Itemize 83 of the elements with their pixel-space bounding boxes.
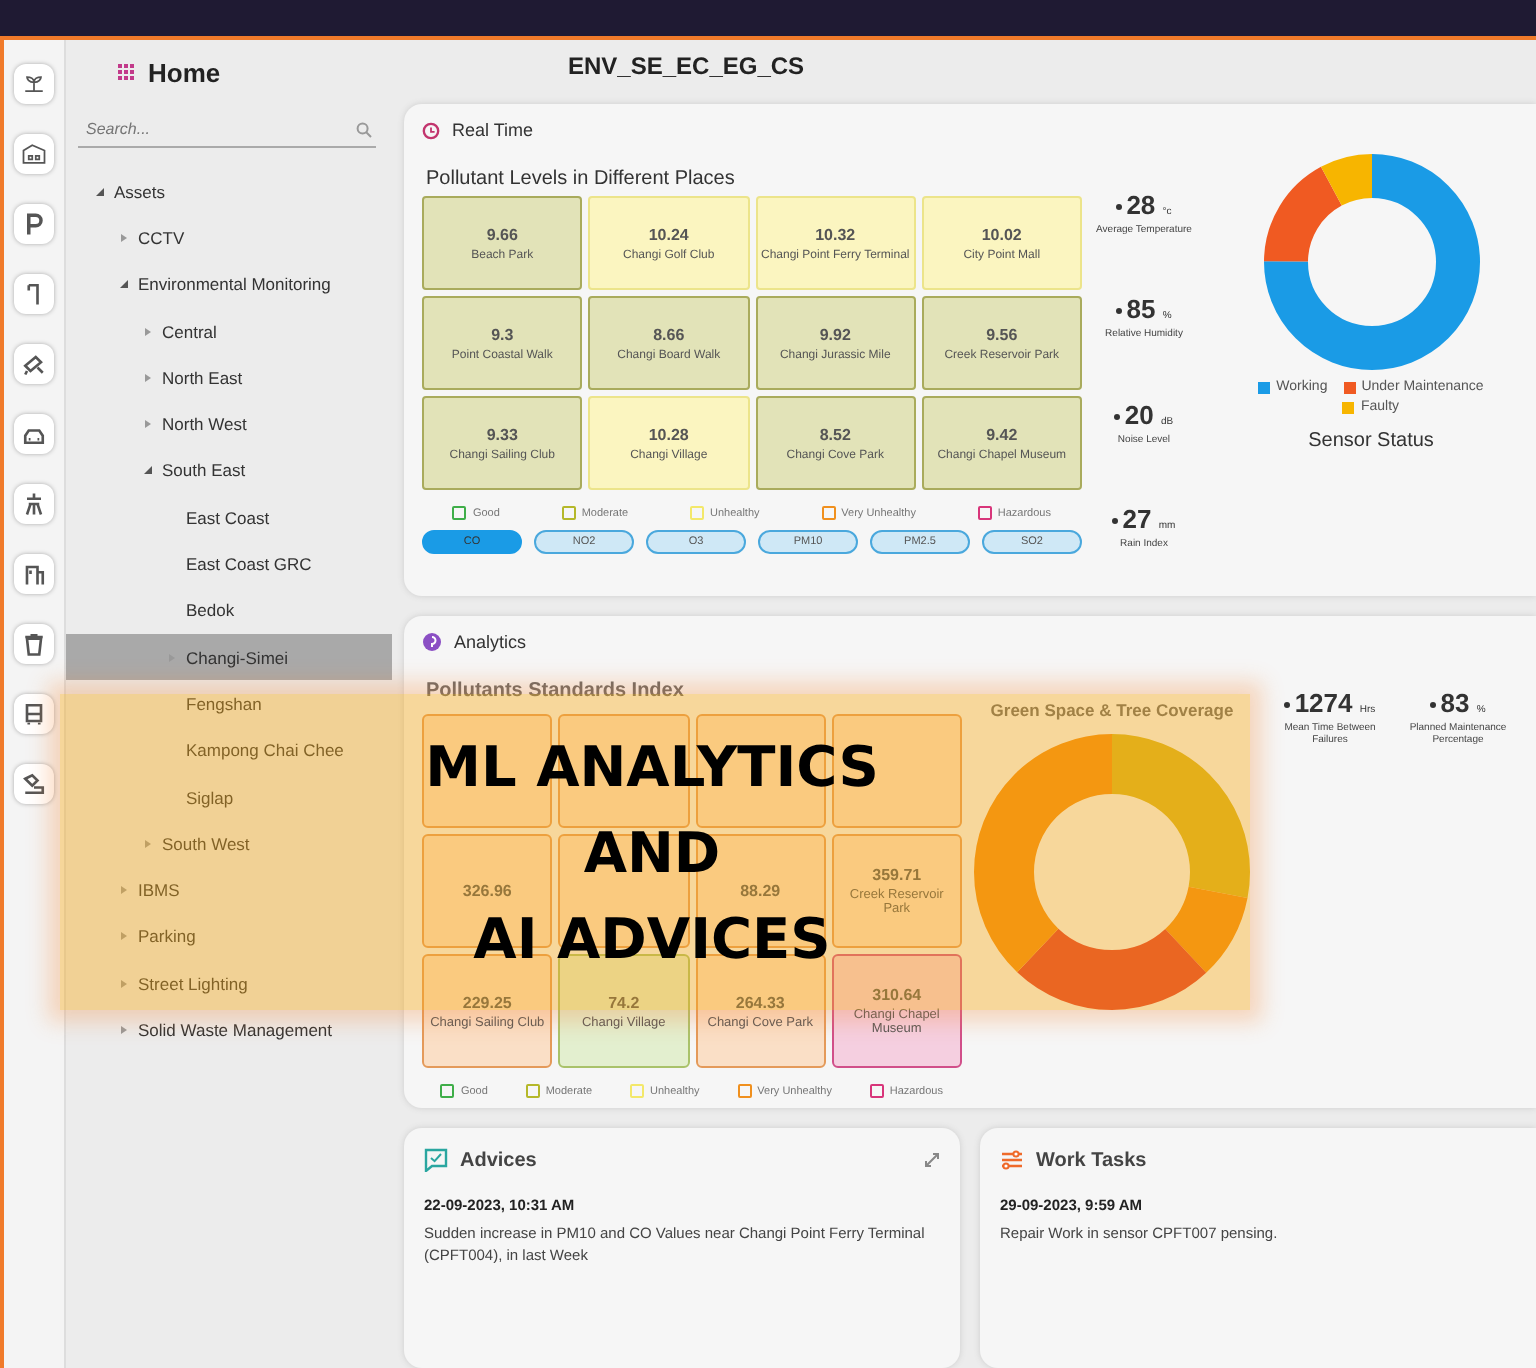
tile-value: 10.32 (815, 225, 856, 243)
tree-item[interactable]: Solid Waste Management (66, 1006, 392, 1054)
tile-value: 10.24 (648, 225, 689, 243)
tree-item[interactable]: IBMS (66, 866, 392, 914)
stat-value: 20 (1124, 399, 1154, 430)
card-title: Analytics (454, 632, 527, 652)
stat-value: 1274 (1294, 688, 1353, 718)
sliders-icon (1000, 1148, 1024, 1172)
tile-value: 9.42 (986, 425, 1018, 443)
search-field[interactable]: Search... (82, 118, 356, 140)
tree-item[interactable]: Parking (66, 913, 392, 961)
bullet-icon (1112, 518, 1119, 525)
trash-bin-icon[interactable] (14, 624, 54, 664)
clock-icon (422, 121, 440, 139)
bullet-icon (1284, 702, 1291, 709)
bullet-icon (1116, 203, 1123, 210)
building-icon[interactable] (14, 134, 54, 174)
stat-value: 28 (1126, 189, 1156, 220)
tile-value: 10.28 (648, 425, 689, 443)
tree-item[interactable]: East Coast (66, 494, 392, 541)
card-title: Advices (460, 1149, 537, 1171)
tree-item[interactable]: Kampong Chai Chee (66, 727, 392, 774)
camera-icon[interactable] (14, 344, 54, 384)
tree-item[interactable]: Changi-Simei (66, 633, 392, 681)
tile-value: 264.33 (735, 993, 785, 1011)
tree-item[interactable]: Street Lighting (66, 960, 392, 1007)
grid-icon (118, 63, 136, 81)
tile-value: 9.92 (819, 325, 851, 343)
tree-item[interactable]: East Coast GRC (66, 540, 392, 588)
grid-title: Pollutant Levels in Different Places (426, 168, 737, 190)
search-icon (356, 121, 372, 137)
tile-value: 310.64 (872, 986, 922, 1004)
expanded-arrow-icon[interactable] (142, 464, 154, 477)
tree-item[interactable]: Siglap (66, 773, 392, 821)
lamp-post-icon[interactable] (14, 274, 54, 314)
plant-icon[interactable] (14, 64, 54, 104)
page-title: Home (148, 57, 221, 87)
tree-item[interactable]: Environmental Monitoring (66, 261, 392, 308)
tree-item[interactable]: Assets (66, 168, 392, 215)
stat-value: 83 (1440, 688, 1470, 718)
car-icon[interactable] (14, 414, 54, 454)
card-title: Real Time (452, 120, 534, 140)
banner-text: AI ADVICES (473, 903, 831, 975)
bullet-icon (1116, 308, 1123, 315)
tile-value: 9.66 (486, 225, 518, 243)
page-code: ENV_SE_EC_EG_CS (568, 52, 805, 80)
tree-item[interactable]: CCTV (66, 214, 392, 262)
tile-value: 74.2 (608, 993, 640, 1011)
tile-value: 8.66 (653, 325, 685, 343)
bullet-icon (1114, 413, 1121, 420)
stat-value: 27 (1122, 504, 1152, 535)
tile-value: 8.52 (819, 425, 851, 443)
person-icon[interactable] (14, 484, 54, 524)
tree-item[interactable]: Fengshan (66, 680, 392, 728)
tile-value: 9.33 (486, 425, 518, 443)
bus-icon[interactable] (14, 694, 54, 734)
parking-icon[interactable] (14, 204, 54, 244)
tile-value: 9.3 (491, 325, 514, 343)
tile-value: 88.29 (740, 882, 781, 900)
tree-item[interactable]: North West (66, 400, 392, 448)
expanded-arrow-icon[interactable] (118, 278, 130, 291)
card-title: Work Tasks (1036, 1149, 1147, 1171)
tree-item[interactable]: South West (66, 820, 392, 867)
tree-item[interactable]: Central (66, 307, 392, 355)
banner-text: AND (583, 817, 721, 889)
tree-item[interactable]: Bedok (66, 587, 392, 634)
expand-icon[interactable] (924, 1152, 940, 1168)
tile-value: 359.71 (872, 866, 922, 884)
tile-value: 326.96 (462, 882, 512, 900)
tile-value: 10.02 (981, 225, 1022, 243)
expanded-arrow-icon[interactable] (94, 185, 106, 198)
tile-value: 9.56 (986, 325, 1018, 343)
tower-icon[interactable] (14, 554, 54, 594)
chart-title: Green Space & Tree Coverage (990, 700, 1234, 720)
grid-title: Pollutants Standards Index (426, 680, 686, 702)
chat-check-icon (424, 1148, 448, 1172)
tree-item[interactable]: South East (66, 447, 392, 495)
chart-title: Sensor Status (1308, 430, 1434, 452)
stat-value: 85 (1126, 294, 1156, 325)
tree-item[interactable]: North East (66, 354, 392, 401)
tile-value: 229.25 (462, 993, 512, 1011)
bullet-icon (1430, 702, 1437, 709)
banner-text: ML ANALYTICS (425, 731, 879, 803)
